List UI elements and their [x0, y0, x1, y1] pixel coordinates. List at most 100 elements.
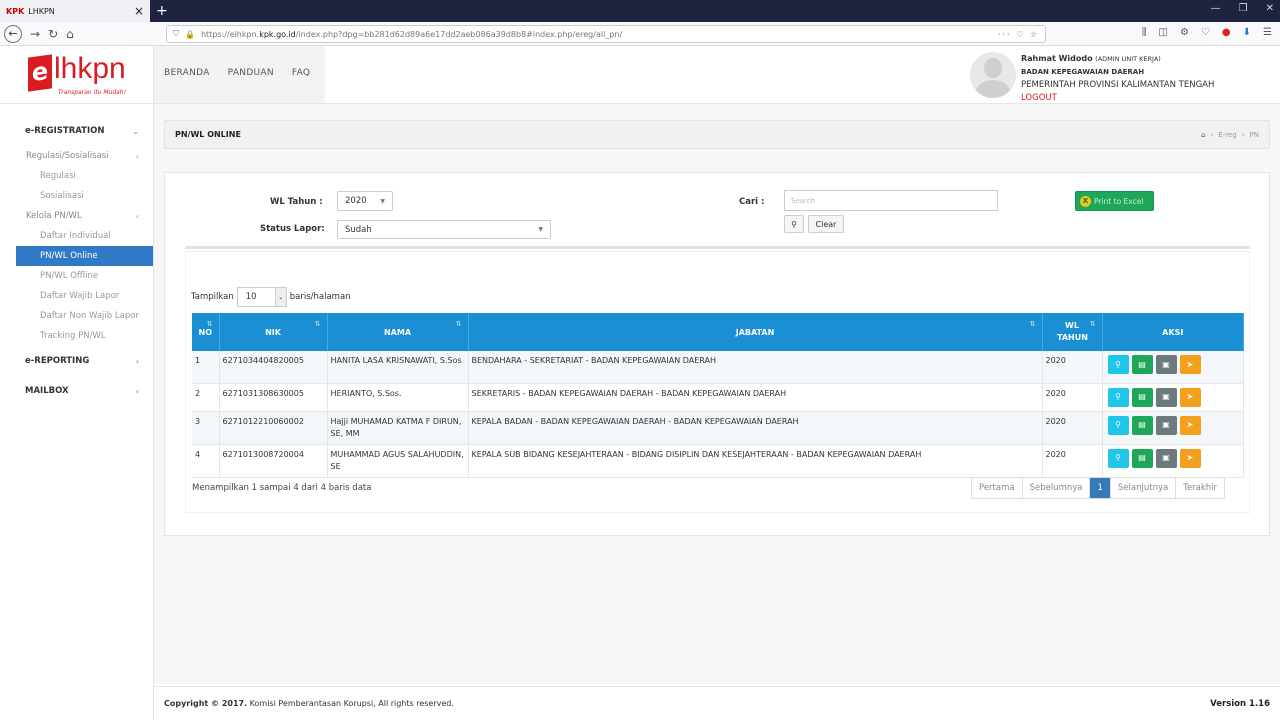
adblock-icon[interactable]: ● — [1222, 27, 1231, 38]
sidebar-item-sosialisasi[interactable]: Sosialisasi — [0, 186, 153, 206]
search-icon: ⚲ — [1115, 359, 1121, 369]
page-length-select[interactable]: 10 ⌄ — [236, 287, 287, 307]
print-excel-button[interactable]: X Print to Excel — [1075, 191, 1154, 211]
menu-icon[interactable]: ☰ — [1263, 27, 1272, 38]
home-icon[interactable]: ⌂ — [1201, 131, 1205, 139]
chevron-down-icon: ⌄ — [274, 288, 286, 306]
url-text: https://elhkpn.kpk.go.id/index.php?dpg=b… — [200, 29, 623, 39]
menu-panduan[interactable]: PANDUAN — [228, 68, 274, 78]
col-wl-tahun[interactable]: WL TAHUN ⇅ — [1042, 313, 1103, 351]
view-button[interactable]: ⚲ — [1107, 387, 1129, 407]
cell-nik: 6271031308630005 — [219, 383, 328, 412]
sidebar-icon[interactable]: ◫ — [1159, 27, 1168, 38]
breadcrumb-ereg[interactable]: E-reg — [1218, 131, 1236, 139]
archive-icon: ▣ — [1162, 392, 1170, 401]
minimize-icon[interactable]: — — [1211, 3, 1221, 14]
pager-page-1[interactable]: 1 — [1090, 478, 1111, 498]
reload-icon[interactable]: ↻ — [48, 27, 58, 41]
view-button[interactable]: ⚲ — [1107, 415, 1129, 435]
sidebar-ereg[interactable]: e-REGISTRATION ⌄ — [0, 116, 153, 146]
verify-button[interactable]: ▤ — [1131, 448, 1153, 468]
status-lapor-select[interactable]: Sudah ▼ — [337, 220, 551, 239]
table-row: 2 6271031308630005 HERIANTO, S.Sos. SEKRETA… — [192, 383, 1244, 412]
search-input[interactable]: Search — [784, 190, 998, 211]
sidebar-item-tracking[interactable]: Tracking PN/WL — [0, 326, 153, 346]
user-prov: PEMERINTAH PROVINSI KALIMANTAN TENGAH — [1021, 80, 1215, 90]
pn-table: NO ⇅ NIK ⇅ NAMA ⇅ JABATAN ⇅ WL TAHUN ⇅ AKSI 1… — [192, 313, 1244, 478]
col-jabatan[interactable]: JABATAN ⇅ — [468, 313, 1043, 351]
sidebar-item-pnwl-offline[interactable]: PN/WL Offline — [0, 266, 153, 286]
cell-aksi: ⚲ ▤ ▣ ➤ — [1102, 351, 1244, 384]
verify-button[interactable]: ▤ — [1131, 387, 1153, 407]
sidebar-item-non-wajib-lapor[interactable]: Daftar Non Wajib Lapor — [0, 306, 153, 326]
send-icon: ➤ — [1186, 420, 1194, 429]
page-actions[interactable]: ··· ♡ ☆ — [998, 30, 1039, 39]
browser-tab[interactable]: KPK LHKPN × — [0, 0, 150, 22]
menu-beranda[interactable]: BERANDA — [164, 68, 210, 78]
archive-button[interactable]: ▣ — [1155, 448, 1177, 468]
sidebar-item-pnwl-online[interactable]: PN/WL Online — [16, 246, 153, 266]
search-icon: ⚲ — [1115, 453, 1121, 462]
version: Version 1.16 — [1210, 698, 1270, 709]
pager-prev[interactable]: Sebelumnya — [1022, 478, 1091, 498]
wl-tahun-select[interactable]: 2020 ▼ — [337, 191, 393, 211]
col-nama[interactable]: NAMA ⇅ — [327, 313, 469, 351]
send-button[interactable]: ➤ — [1179, 355, 1201, 374]
sidebar-item-regulasi[interactable]: Regulasi — [0, 166, 153, 186]
download-icon[interactable]: ⬇ — [1243, 27, 1251, 38]
archive-button[interactable]: ▣ — [1155, 415, 1177, 435]
page-title: PN/WL ONLINE — [175, 130, 241, 139]
pocket-icon[interactable]: ♡ — [1201, 27, 1210, 38]
verify-button[interactable]: ▤ — [1131, 415, 1153, 435]
window-controls: — ❐ ✕ — [1211, 3, 1274, 14]
home-icon[interactable]: ⌂ — [66, 27, 74, 41]
cell-aksi: ⚲ ▤ ▣ ➤ — [1102, 411, 1244, 445]
cell-no: 2 — [192, 383, 220, 412]
new-tab-icon[interactable]: + — [156, 3, 168, 19]
view-button[interactable]: ⚲ — [1107, 448, 1129, 468]
archive-button[interactable]: ▣ — [1155, 387, 1177, 407]
view-button[interactable]: ⚲ — [1107, 355, 1129, 374]
user-role: (ADMIN UNIT KERJA) — [1095, 55, 1161, 63]
extension-icon[interactable]: ⚙ — [1180, 27, 1189, 38]
forward-icon[interactable]: → — [30, 27, 40, 41]
verify-button[interactable]: ▤ — [1131, 355, 1153, 374]
cell-nik: 6271034404820005 — [219, 351, 328, 384]
pager-next[interactable]: Selanjutnya — [1110, 478, 1177, 498]
sidebar-mailbox[interactable]: MAILBOX ‹ — [0, 376, 153, 406]
sidebar-ereporting[interactable]: e-REPORTING ‹ — [0, 346, 153, 376]
pagination: Pertama Sebelumnya 1 Selanjutnya Terakhi… — [971, 477, 1226, 499]
cell-nama: HERIANTO, S.Sos. — [327, 383, 469, 412]
page-header: PN/WL ONLINE ⌂ › E-reg › PN — [164, 120, 1270, 149]
send-button[interactable]: ➤ — [1179, 415, 1201, 435]
cell-no: 1 — [192, 351, 220, 384]
send-button[interactable]: ➤ — [1179, 448, 1201, 468]
cari-label: Cari : — [739, 197, 765, 207]
pager-last[interactable]: Terakhir — [1176, 478, 1225, 498]
restore-icon[interactable]: ❐ — [1239, 3, 1248, 14]
back-icon[interactable]: ← — [4, 24, 22, 43]
library-icon[interactable]: ⫼ — [1142, 27, 1147, 38]
archive-icon: ▣ — [1162, 359, 1170, 369]
sidebar: e-REGISTRATION ⌄ Regulasi/Sosialisasi ‹ Re… — [0, 104, 154, 720]
address-bar[interactable]: ⛉ 🔒 https://elhkpn.kpk.go.id/index.php?d… — [166, 25, 1046, 43]
close-window-icon[interactable]: ✕ — [1266, 3, 1274, 14]
sidebar-regulasi[interactable]: Regulasi/Sosialisasi ‹ — [0, 146, 153, 166]
clear-button[interactable]: Clear — [808, 215, 844, 233]
tab-title: LHKPN — [28, 6, 55, 16]
chevron-down-icon: ⌄ — [132, 126, 139, 136]
sort-icon: ⇅ — [206, 320, 213, 328]
pager-first[interactable]: Pertama — [972, 478, 1023, 498]
sidebar-item-daftar-individual[interactable]: Daftar Individual — [0, 226, 153, 246]
sidebar-item-wajib-lapor[interactable]: Daftar Wajib Lapor — [0, 286, 153, 306]
send-button[interactable]: ➤ — [1179, 387, 1201, 407]
col-nik[interactable]: NIK ⇅ — [219, 313, 328, 351]
search-button[interactable]: ⚲ — [784, 215, 804, 233]
list-icon: ▤ — [1138, 392, 1146, 401]
menu-faq[interactable]: FAQ — [292, 68, 310, 78]
col-no[interactable]: NO ⇅ — [192, 313, 220, 351]
archive-button[interactable]: ▣ — [1155, 355, 1177, 374]
sidebar-kelola[interactable]: Kelola PN/WL ‹ — [0, 206, 153, 226]
close-tab-icon[interactable]: × — [134, 4, 144, 18]
elhkpn-logo[interactable]: e lhkpn Transparan itu Mudah! — [28, 52, 152, 100]
